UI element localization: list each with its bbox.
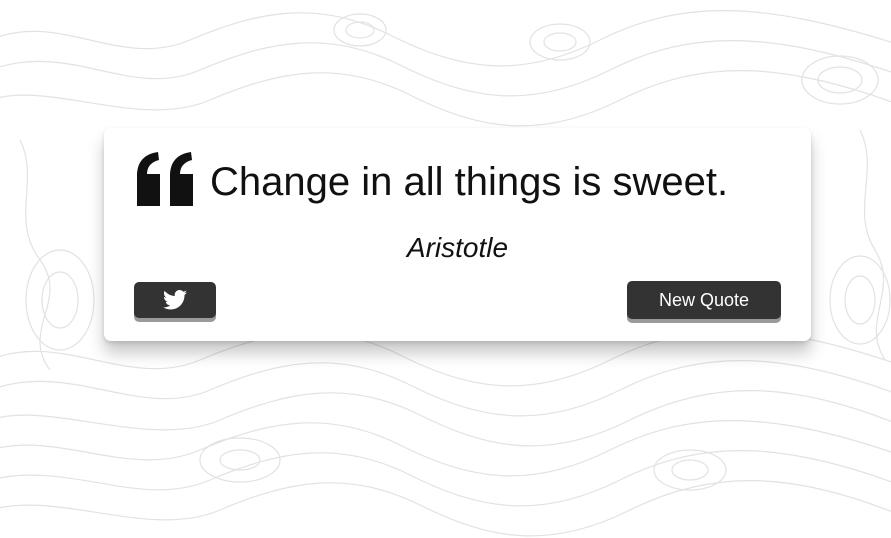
quote-author: Aristotle: [406, 232, 509, 263]
tweet-button[interactable]: [134, 282, 216, 318]
quote-left-icon: [137, 152, 193, 206]
quote-text: Change in all things is sweet.: [210, 159, 729, 204]
new-quote-button[interactable]: New Quote: [627, 281, 781, 319]
quote-line: Change in all things is sweet.: [134, 150, 728, 210]
twitter-icon: [163, 290, 187, 310]
quote-card: Change in all things is sweet. Aristotle…: [104, 128, 811, 341]
